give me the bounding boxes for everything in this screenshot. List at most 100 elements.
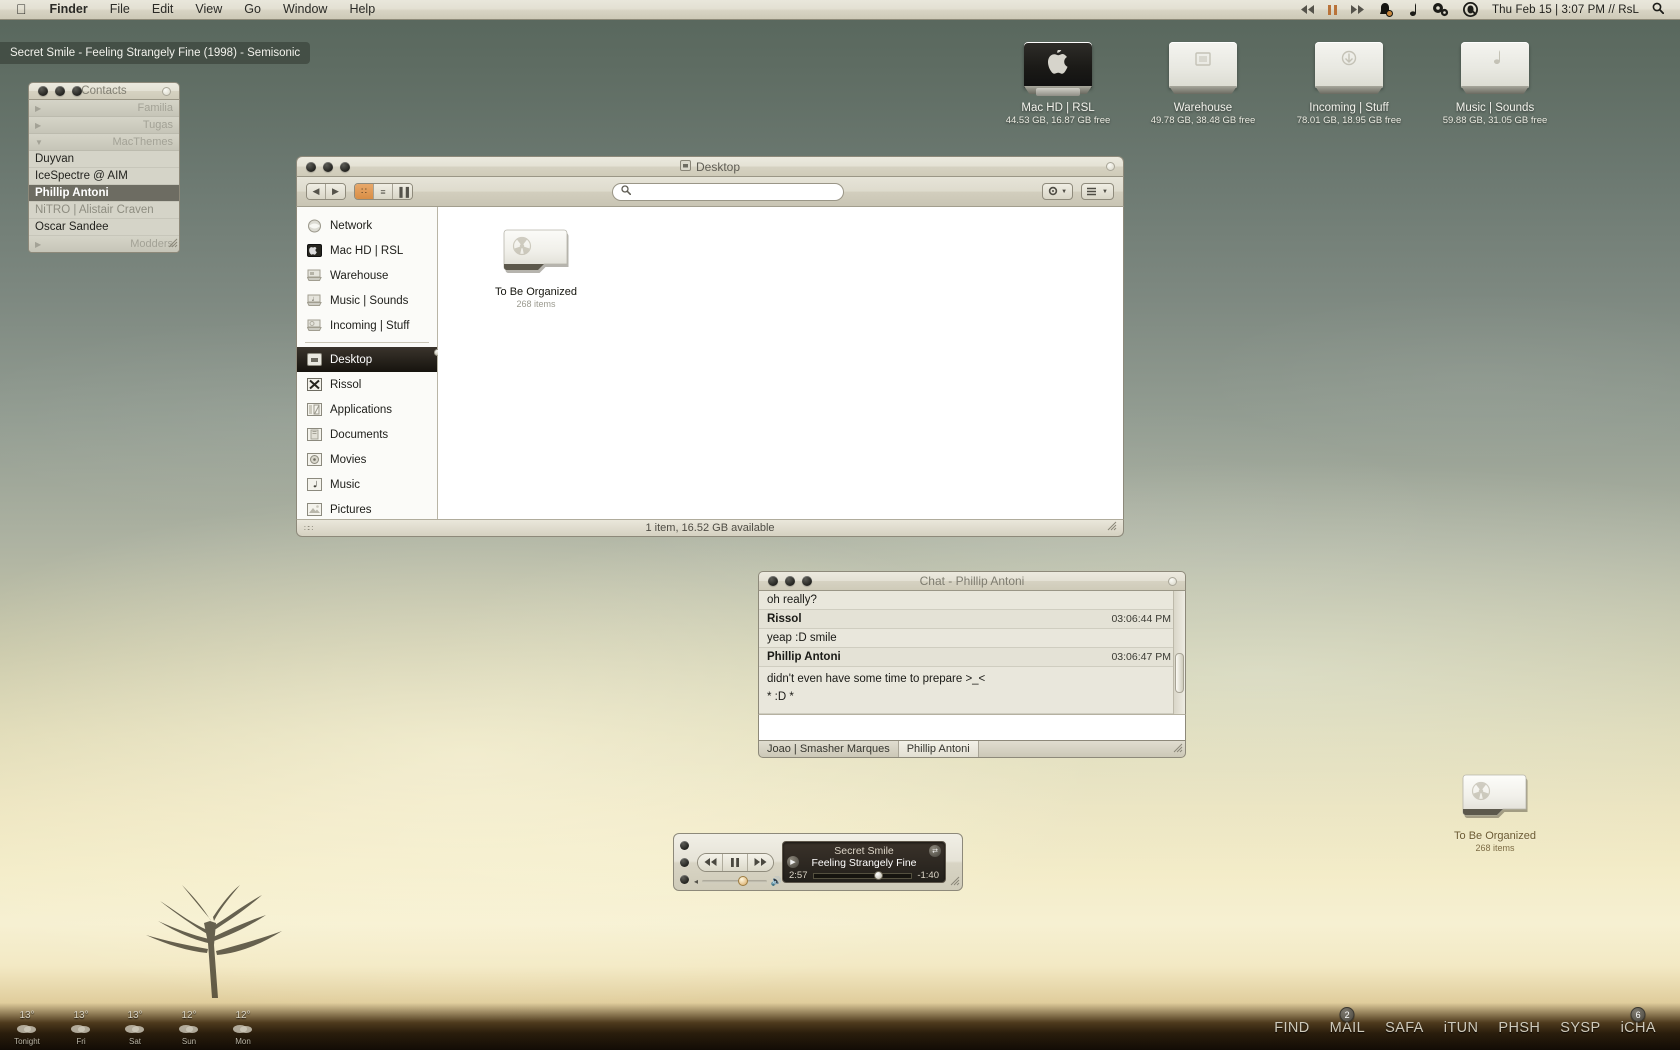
file-item-to-be-organized[interactable]: To Be Organized 268 items	[471, 223, 601, 309]
shuffle-icon[interactable]: ⇄	[929, 845, 941, 857]
list-item[interactable]: Phillip Antoni	[29, 185, 179, 202]
window-controls[interactable]	[29, 86, 82, 96]
view-options-button[interactable]: ▼	[1081, 183, 1114, 200]
progress-knob[interactable]	[874, 870, 884, 880]
menu-window[interactable]: Window	[272, 0, 338, 19]
desktop-item-to-be-organized[interactable]: To Be Organized 268 items	[1452, 768, 1538, 853]
contact-group-tugas[interactable]: ▶ Tugas	[29, 117, 179, 134]
dock-item-ichat[interactable]: 6 iCHA	[1611, 1007, 1666, 1036]
dock-item-mail[interactable]: 2 MAIL	[1320, 1007, 1375, 1036]
drive-warehouse[interactable]: Warehouse 49.78 GB, 38.48 GB free	[1128, 36, 1278, 126]
list-item[interactable]: Duyvan	[29, 151, 179, 168]
volume-slider[interactable]	[702, 876, 767, 886]
column-view-button[interactable]: ▐▐	[393, 184, 412, 199]
apple-menu-icon[interactable]: 	[10, 0, 39, 19]
minimize-button[interactable]	[785, 576, 795, 586]
resize-handle[interactable]	[1106, 520, 1117, 534]
finder-titlebar[interactable]: Desktop	[296, 156, 1124, 177]
chat-scrollbar[interactable]	[1173, 591, 1185, 714]
chat-tab-bar[interactable]: Joao | Smasher Marques Phillip Antoni	[758, 740, 1186, 758]
close-button[interactable]	[768, 576, 778, 586]
volume-control[interactable]: ◂ 🔊	[694, 876, 782, 887]
dock-item-safari[interactable]: SAFA	[1375, 1020, 1434, 1036]
list-item[interactable]: Oscar Sandee	[29, 219, 179, 236]
minimize-button[interactable]	[55, 86, 65, 96]
gears-icon[interactable]	[1425, 2, 1456, 17]
resize-handle[interactable]	[167, 237, 178, 251]
list-item[interactable]: NiTRO | Alistair Craven	[29, 202, 179, 219]
close-button[interactable]	[38, 86, 48, 96]
sidebar-item-applications[interactable]: Applications	[297, 397, 437, 422]
list-item[interactable]: IceSpectre @ AIM	[29, 168, 179, 185]
menu-view[interactable]: View	[184, 0, 233, 19]
menu-edit[interactable]: Edit	[141, 0, 185, 19]
navigation-buttons[interactable]: ◀ ▶	[306, 183, 346, 200]
drive-mac-hd[interactable]: Mac HD | RSL 44.53 GB, 16.87 GB free	[983, 36, 1133, 126]
sidebar-item-desktop[interactable]: Desktop	[297, 347, 437, 372]
forward-button[interactable]: ▶	[326, 184, 345, 199]
contacts-window[interactable]: Contacts ▶ Familia ▶ Tugas ▼ MacThemes D…	[28, 82, 180, 253]
window-controls[interactable]	[680, 840, 689, 884]
dock-item-finder[interactable]: FIND	[1264, 1020, 1319, 1036]
transport-controls[interactable]	[697, 852, 774, 872]
drive-incoming[interactable]: Incoming | Stuff 78.01 GB, 18.95 GB free	[1274, 36, 1424, 126]
fastforward-icon[interactable]	[1344, 5, 1371, 14]
finder-file-area[interactable]: To Be Organized 268 items	[438, 207, 1123, 519]
menu-bar-clock[interactable]: Thu Feb 15 | 3:07 PM // RsL	[1485, 4, 1648, 16]
dock-item-photoshop[interactable]: PHSH	[1488, 1020, 1550, 1036]
itunes-notifier-icon[interactable]	[1371, 2, 1400, 17]
sidebar-item-mac-hd[interactable]: Mac HD | RSL	[297, 238, 437, 263]
window-controls[interactable]	[759, 576, 812, 586]
window-controls[interactable]	[297, 161, 350, 172]
contact-group-macthemes[interactable]: ▼ MacThemes	[29, 134, 179, 151]
sidebar-item-incoming-stuff[interactable]: Incoming | Stuff	[297, 313, 437, 338]
contact-group-modders[interactable]: ▶ Modders	[29, 236, 179, 252]
drive-music[interactable]: Music | Sounds 59.88 GB, 31.05 GB free	[1420, 36, 1570, 126]
chat-window[interactable]: Chat - Phillip Antoni oh really? Rissol …	[758, 571, 1186, 758]
zoom-button[interactable]	[340, 161, 350, 172]
toolbar-toggle-button[interactable]	[162, 86, 171, 96]
contact-group-familia[interactable]: ▶ Familia	[29, 100, 179, 117]
search-input[interactable]	[611, 182, 844, 201]
volume-knob[interactable]	[738, 876, 749, 886]
icon-view-button[interactable]: ∷	[355, 184, 374, 199]
view-mode-segmented-control[interactable]: ∷ ≡ ▐▐	[354, 183, 413, 200]
search-icon[interactable]	[1648, 2, 1672, 17]
chat-transcript[interactable]: oh really? Rissol 03:06:44 PM yeap :D sm…	[758, 591, 1186, 714]
progress-bar[interactable]	[812, 870, 913, 880]
chat-tab-phillip[interactable]: Phillip Antoni	[898, 741, 979, 757]
previous-icon[interactable]	[698, 853, 723, 871]
menu-go[interactable]: Go	[233, 0, 272, 19]
sidebar-item-music-sounds[interactable]: Music | Sounds	[297, 288, 437, 313]
zoom-button[interactable]	[72, 86, 82, 96]
play-source-icon[interactable]: ▶	[787, 856, 799, 868]
sidebar-item-documents[interactable]: Documents	[297, 422, 437, 447]
sidebar-item-warehouse[interactable]: Warehouse	[297, 263, 437, 288]
pause-icon[interactable]	[1321, 4, 1344, 15]
menu-file[interactable]: File	[99, 0, 141, 19]
menu-help[interactable]: Help	[338, 0, 386, 19]
close-button[interactable]	[680, 840, 689, 850]
dock-item-itunes[interactable]: iTUN	[1434, 1020, 1489, 1036]
menu-finder[interactable]: Finder	[39, 0, 99, 19]
sidebar-item-music[interactable]: Music	[297, 472, 437, 497]
sidebar-item-movies[interactable]: Movies	[297, 447, 437, 472]
next-icon[interactable]	[748, 853, 773, 871]
rewind-icon[interactable]	[1294, 5, 1321, 14]
itunes-mini-player[interactable]: ◂ 🔊 ⇄ Secret Smile ▶ Feeling Strangely F…	[673, 833, 963, 891]
dock-item-system-preferences[interactable]: SYSP	[1550, 1020, 1610, 1036]
toolbar-toggle-button[interactable]	[1168, 576, 1177, 586]
chat-input-field[interactable]	[758, 714, 1186, 740]
minimize-button[interactable]	[680, 857, 689, 867]
finder-window[interactable]: Desktop ◀ ▶ ∷ ≡ ▐▐ ▼ ▼ Network Mac HD | …	[296, 156, 1124, 544]
toolbar-toggle-button[interactable]	[1106, 162, 1115, 171]
music-note-icon[interactable]	[1400, 2, 1425, 17]
pause-icon[interactable]	[723, 853, 748, 871]
chat-scrollbar-thumb[interactable]	[1175, 653, 1184, 693]
back-button[interactable]: ◀	[307, 184, 326, 199]
chat-titlebar[interactable]: Chat - Phillip Antoni	[758, 571, 1186, 591]
itunes-display[interactable]: ⇄ Secret Smile ▶ Feeling Strangely Fine …	[782, 841, 946, 883]
close-button[interactable]	[306, 161, 316, 172]
sidebar-item-network[interactable]: Network	[297, 213, 437, 238]
resize-handle[interactable]	[1172, 742, 1183, 756]
